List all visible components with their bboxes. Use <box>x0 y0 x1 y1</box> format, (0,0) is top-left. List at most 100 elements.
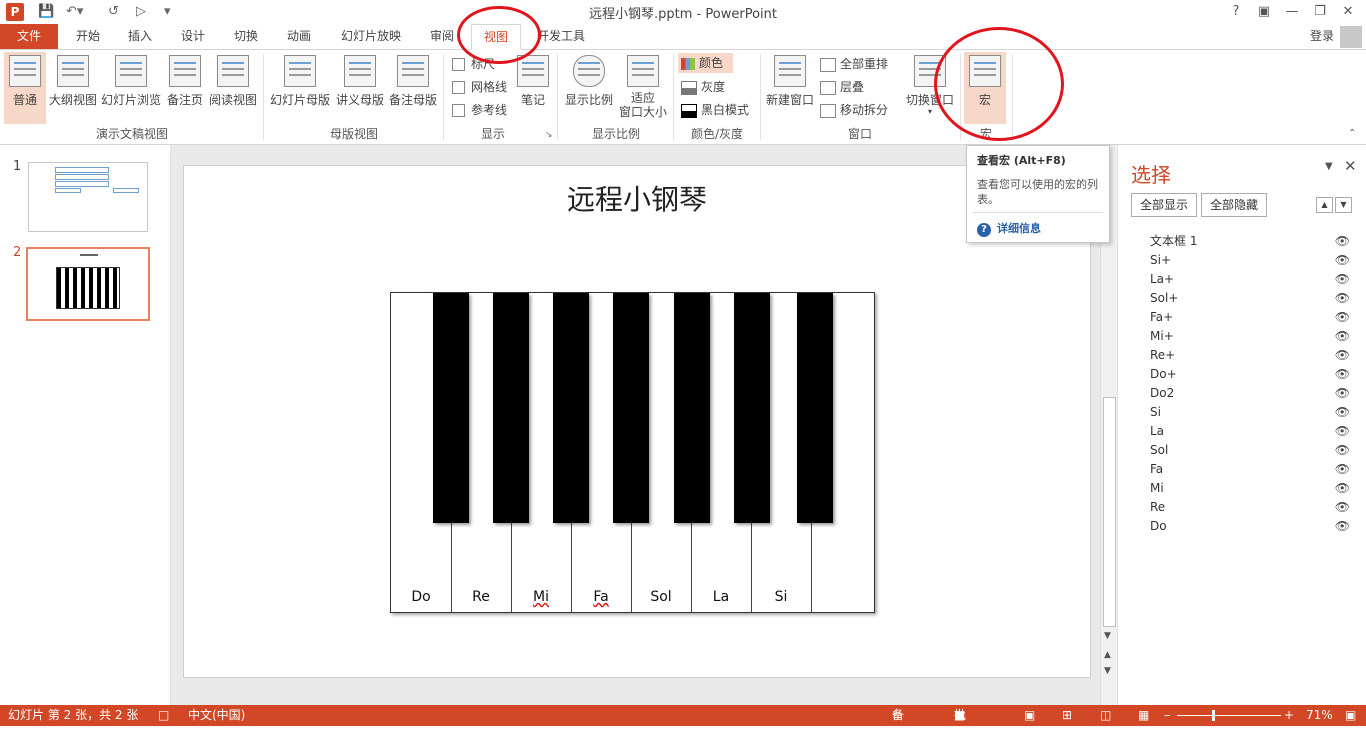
visibility-eye-icon[interactable]: 👁 <box>1335 289 1350 308</box>
visibility-eye-icon[interactable]: 👁 <box>1335 403 1350 422</box>
user-avatar[interactable] <box>1340 26 1362 48</box>
slide-thumbnail-2[interactable] <box>26 247 150 321</box>
tooltip-help-link[interactable]: ? 详细信息 <box>977 220 1041 237</box>
move-split-button[interactable]: 移动拆分 <box>820 100 888 120</box>
hide-all-button[interactable]: 全部隐藏 <box>1201 193 1267 217</box>
minimize-button[interactable]: — <box>1278 2 1306 22</box>
selection-item[interactable]: Do+ 👁 <box>1150 365 1350 384</box>
arrange-all-button[interactable]: 全部重排 <box>820 54 888 74</box>
normal-view-icon[interactable]: ▣ <box>1024 705 1035 726</box>
selection-item[interactable]: Re+ 👁 <box>1150 346 1350 365</box>
bring-forward-icon[interactable]: ▲ <box>1316 197 1333 213</box>
color-button[interactable]: 颜色 <box>678 53 733 73</box>
outline-view-button[interactable]: 大纲视图 <box>48 52 98 124</box>
zoom-in-icon[interactable]: + <box>1284 705 1294 726</box>
new-window-button[interactable]: 新建窗口 <box>764 52 816 124</box>
zoom-slider-track[interactable] <box>1177 715 1281 716</box>
visibility-eye-icon[interactable]: 👁 <box>1335 422 1350 441</box>
zoom-level[interactable]: 71% <box>1306 705 1333 726</box>
spellcheck-icon[interactable]: □ <box>158 705 169 726</box>
fit-to-window-button[interactable]: 适应 窗口大小 <box>616 52 670 124</box>
handout-master-button[interactable]: 讲义母版 <box>334 52 386 124</box>
visibility-eye-icon[interactable]: 👁 <box>1335 479 1350 498</box>
ribbon-display-options-icon[interactable]: ▣ <box>1250 2 1278 22</box>
slide-thumbnail-1[interactable] <box>28 162 148 232</box>
selection-item[interactable]: Do 👁 <box>1150 517 1350 536</box>
slide-master-button[interactable]: 幻灯片母版 <box>268 52 332 124</box>
gridlines-checkbox[interactable]: 网格线 <box>452 77 507 97</box>
selection-item[interactable]: 文本框 1 👁 <box>1150 232 1350 251</box>
visibility-eye-icon[interactable]: 👁 <box>1335 270 1350 289</box>
language-indicator[interactable]: 中文(中国) <box>188 705 245 726</box>
zoom-button[interactable]: 显示比例 <box>562 52 616 124</box>
visibility-eye-icon[interactable]: 👁 <box>1335 384 1350 403</box>
help-icon[interactable]: ? <box>1222 2 1250 22</box>
restore-button[interactable]: ❐ <box>1306 2 1334 22</box>
tab-design[interactable]: 设计 <box>171 24 215 49</box>
selection-item[interactable]: Do2 👁 <box>1150 384 1350 403</box>
zoom-slider-handle[interactable] <box>1212 710 1215 721</box>
collapse-ribbon-icon[interactable]: ⌃ <box>1348 128 1356 139</box>
selection-item[interactable]: Mi+ 👁 <box>1150 327 1350 346</box>
selection-item[interactable]: Re 👁 <box>1150 498 1350 517</box>
pane-options-icon[interactable]: ▼ <box>1325 161 1333 172</box>
notes-button[interactable]: 笔记 <box>514 52 552 124</box>
guides-checkbox[interactable]: 参考线 <box>452 100 507 120</box>
visibility-eye-icon[interactable]: 👁 <box>1335 441 1350 460</box>
slide-title[interactable]: 远程小钢琴 <box>184 178 1090 218</box>
piano-black-key[interactable] <box>613 293 649 523</box>
visibility-eye-icon[interactable]: 👁 <box>1335 460 1350 479</box>
notes-master-button[interactable]: 备注母版 <box>387 52 439 124</box>
fit-slide-icon[interactable]: ▣ <box>1345 705 1356 726</box>
black-and-white-button[interactable]: 黑白模式 <box>681 100 749 120</box>
grayscale-button[interactable]: 灰度 <box>681 77 725 97</box>
selection-item[interactable]: Mi 👁 <box>1150 479 1350 498</box>
visibility-eye-icon[interactable]: 👁 <box>1335 232 1350 251</box>
slide-sorter-button[interactable]: 幻灯片浏览 <box>100 52 162 124</box>
scrollbar-thumb[interactable] <box>1103 397 1116 627</box>
visibility-eye-icon[interactable]: 👁 <box>1335 517 1350 536</box>
close-button[interactable]: ✕ <box>1334 2 1362 22</box>
zoom-out-icon[interactable]: – <box>1164 705 1170 726</box>
next-slide-icon[interactable]: ▼ <box>1104 666 1111 676</box>
visibility-eye-icon[interactable]: 👁 <box>1335 346 1350 365</box>
tab-transitions[interactable]: 切换 <box>224 24 268 49</box>
visibility-eye-icon[interactable]: 👁 <box>1335 498 1350 517</box>
scroll-down-icon[interactable]: ▼ <box>1104 631 1111 641</box>
send-backward-icon[interactable]: ▼ <box>1335 197 1352 213</box>
notes-page-button[interactable]: 备注页 <box>164 52 206 124</box>
piano-black-key[interactable] <box>433 293 469 523</box>
piano-black-key[interactable] <box>553 293 589 523</box>
piano-black-key[interactable] <box>674 293 710 523</box>
sign-in-link[interactable]: 登录 <box>1310 24 1334 48</box>
piano-keyboard[interactable]: Do Re Mi Fa Sol La Si <box>390 292 875 613</box>
selection-item[interactable]: Si 👁 <box>1150 403 1350 422</box>
show-all-button[interactable]: 全部显示 <box>1131 193 1197 217</box>
selection-item[interactable]: Si+ 👁 <box>1150 251 1350 270</box>
visibility-eye-icon[interactable]: 👁 <box>1335 251 1350 270</box>
tab-insert[interactable]: 插入 <box>118 24 162 49</box>
selection-item[interactable]: Fa+ 👁 <box>1150 308 1350 327</box>
piano-black-key[interactable] <box>493 293 529 523</box>
piano-black-key[interactable] <box>734 293 770 523</box>
selection-item[interactable]: La 👁 <box>1150 422 1350 441</box>
selection-item[interactable]: Sol+ 👁 <box>1150 289 1350 308</box>
piano-black-key[interactable] <box>797 293 833 523</box>
reading-view-icon[interactable]: ◫ <box>1100 705 1111 726</box>
tab-animations[interactable]: 动画 <box>277 24 321 49</box>
close-pane-icon[interactable]: ✕ <box>1344 157 1357 175</box>
slide-show-icon[interactable]: ▦ <box>1138 705 1149 726</box>
selection-item[interactable]: Sol 👁 <box>1150 441 1350 460</box>
visibility-eye-icon[interactable]: 👁 <box>1335 327 1350 346</box>
tab-home[interactable]: 开始 <box>66 24 110 49</box>
visibility-eye-icon[interactable]: 👁 <box>1335 308 1350 327</box>
dialog-launcher-icon[interactable]: ↘ <box>545 130 553 140</box>
selection-item[interactable]: La+ 👁 <box>1150 270 1350 289</box>
slide-sorter-icon[interactable]: ⊞ <box>1062 705 1072 726</box>
cascade-button[interactable]: 层叠 <box>820 77 864 97</box>
normal-view-button[interactable]: 普通 <box>4 52 46 124</box>
reading-view-button[interactable]: 阅读视图 <box>208 52 258 124</box>
tab-file[interactable]: 文件 <box>0 24 58 49</box>
previous-slide-icon[interactable]: ▲ <box>1104 650 1111 660</box>
selection-item[interactable]: Fa 👁 <box>1150 460 1350 479</box>
